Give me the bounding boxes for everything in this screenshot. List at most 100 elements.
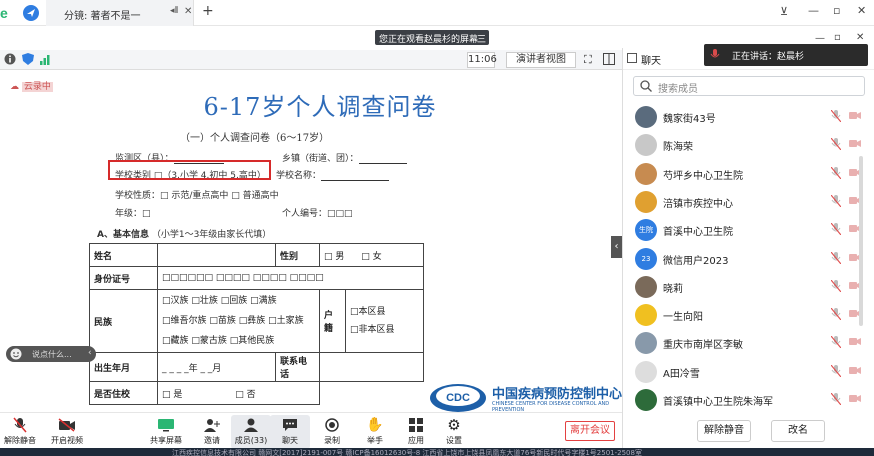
pin-icon[interactable]: ⊻ [780, 5, 788, 18]
town-label: 乡镇（街道、团）： [282, 154, 359, 164]
camera-off-icon[interactable] [849, 139, 861, 148]
row-label-ethnic: 民族 [89, 289, 158, 353]
member-row[interactable]: A田冷雪 [623, 357, 867, 387]
rename-button[interactable]: 改名 [771, 420, 825, 442]
gender-options: □ 男 □ 女 [319, 243, 424, 267]
tab-close-icon[interactable]: ✕ [184, 6, 192, 17]
mic-muted-icon[interactable] [831, 110, 841, 122]
members-label: 成员(33) [234, 436, 268, 445]
chat-label: 聊天 [282, 436, 298, 445]
mic-muted-icon[interactable] [831, 393, 841, 405]
fullscreen-icon[interactable]: ⛶ [584, 53, 592, 67]
leave-meeting-button[interactable]: 离开会议 [565, 421, 615, 441]
settings-button[interactable]: ⚙ 设置 [434, 415, 474, 449]
row-label-phone: 联系电话 [275, 352, 320, 382]
gender-male: □ 男 [324, 251, 345, 262]
app-logo-icon: e [0, 6, 12, 20]
settings-label: 设置 [446, 436, 462, 445]
member-row[interactable]: 一生向阳 [623, 300, 867, 330]
emoji-icon[interactable] [10, 348, 22, 360]
view-mode-label: 演讲者视图 [516, 54, 566, 65]
chat-button[interactable]: 聊天 [270, 415, 310, 449]
camera-off-icon[interactable] [849, 337, 861, 346]
mic-muted-icon[interactable] [831, 308, 841, 321]
panel-close-icon[interactable]: ✕ [856, 32, 864, 43]
info-icon[interactable] [4, 53, 16, 65]
cdc-name-en: CHINESE CENTER FOR DISEASE CONTROL AND P… [492, 401, 610, 412]
collapse-chat-icon[interactable]: ‹ [88, 348, 92, 358]
speaking-indicator: 正在讲话：赵晨杉 [704, 44, 868, 66]
start-video-button[interactable]: 开启视频 [47, 415, 87, 449]
member-name: 首溪镇中心卫生院朱海军 [663, 397, 773, 408]
table-row: 民族 □汉族 □壮族 □回族 □满族 □维吾尔族 □苗族 □彝族 □土家族 □藏… [89, 289, 424, 353]
member-row[interactable]: 芍坪乡中心卫生院 [623, 159, 867, 189]
share-screen-button[interactable]: 共享屏幕 [146, 415, 186, 449]
panel-minimize-icon[interactable]: — [815, 33, 825, 44]
chat-input[interactable]: 说点什么... ‹ [6, 346, 96, 362]
mic-muted-icon[interactable] [831, 223, 841, 236]
member-row[interactable]: 生院 首溪中心卫生院 [623, 215, 867, 245]
member-row[interactable]: 重庆市南岸区李敏 [623, 328, 867, 358]
avatar [635, 275, 657, 298]
chat-icon [270, 415, 310, 435]
mic-muted-icon[interactable] [831, 279, 841, 292]
navigation-icon[interactable] [22, 4, 40, 22]
mic-muted-icon[interactable] [831, 336, 841, 349]
member-row[interactable]: 首溪镇中心卫生院朱海军 [623, 385, 867, 415]
maximize-icon[interactable]: ▫ [833, 4, 840, 17]
member-row[interactable]: 魏家街43号 [623, 102, 867, 132]
section-a-title: A、基本信息 [97, 230, 149, 240]
panel-title: 聊天 [641, 56, 661, 67]
signal-icon[interactable] [40, 53, 52, 65]
doc-title: 6-17岁个人调查问卷 [203, 93, 437, 121]
invite-button[interactable]: 邀请 [192, 415, 232, 449]
unmute-button[interactable]: 解除静音 [0, 415, 40, 449]
mic-muted-icon[interactable] [831, 251, 841, 264]
mic-muted-icon[interactable] [831, 194, 841, 207]
ethnic-line-1: □汉族 □壮族 □回族 □满族 [162, 296, 277, 306]
record-button[interactable]: 录制 [312, 415, 352, 449]
member-row[interactable]: 陈海荣 [623, 130, 867, 160]
browser-tab[interactable]: 分镜: 著者不是一 ◂⦀ ✕ [46, 0, 194, 26]
mic-muted-icon[interactable] [831, 364, 841, 377]
boarding-no: □ 否 [235, 389, 256, 400]
birth-value: _ _ _ _年 _ _月 [157, 352, 276, 382]
member-row[interactable]: 涪镇市疾控中心 [623, 187, 867, 217]
shield-icon[interactable] [22, 53, 34, 66]
view-mode-button[interactable]: 演讲者视图 [506, 52, 576, 68]
cdc-logo-text: CDC [446, 392, 470, 404]
boarding-yes: □ 是 [162, 389, 183, 400]
tab-audio-icon[interactable]: ◂⦀ [170, 6, 178, 16]
camera-off-icon[interactable] [849, 366, 861, 375]
new-tab-button[interactable]: + [202, 3, 214, 19]
panel-maximize-icon[interactable]: ▫ [834, 32, 841, 43]
section-a-heading: A、基本信息 （小学1～3年级由家长代填） [97, 227, 271, 240]
share-menu-icon[interactable]: 三 [477, 32, 486, 45]
minimize-icon[interactable]: — [808, 4, 819, 17]
mic-muted-icon[interactable] [831, 166, 841, 179]
member-row[interactable]: 晓莉 [623, 272, 867, 302]
member-search-input[interactable]: 搜索成员 [633, 76, 865, 96]
school-name-label: 学校名称： [276, 171, 322, 181]
member-list-scrollbar[interactable] [859, 156, 863, 326]
cdc-logo: CDC [428, 376, 488, 412]
close-window-icon[interactable]: ✕ [857, 4, 866, 17]
unmute-all-button[interactable]: 解除静音 [697, 420, 751, 442]
meeting-time: 11:06 [467, 52, 497, 68]
camera-off-icon[interactable] [849, 394, 861, 403]
member-row[interactable]: 23 微信用户2023 [623, 244, 867, 274]
raise-hand-button[interactable]: ✋ 举手 [355, 415, 395, 449]
avatar [635, 190, 657, 213]
chat-placeholder: 说点什么... [32, 350, 72, 359]
members-button[interactable]: 成员(33) [231, 415, 271, 449]
section-a-note: （小学1～3年级由家长代填） [151, 230, 272, 240]
search-placeholder: 搜索成员 [658, 84, 698, 95]
window-titlebar: e 分镜: 著者不是一 ◂⦀ ✕ + ⊻ — ▫ ✕ [0, 0, 874, 26]
mic-muted-icon[interactable] [831, 138, 841, 151]
expand-panel-icon[interactable]: ‹ [611, 236, 622, 258]
search-icon [640, 80, 652, 92]
apps-label: 应用 [408, 436, 424, 445]
split-view-icon[interactable] [603, 53, 615, 65]
apps-button[interactable]: 应用 [396, 415, 436, 449]
camera-off-icon[interactable] [849, 111, 861, 120]
